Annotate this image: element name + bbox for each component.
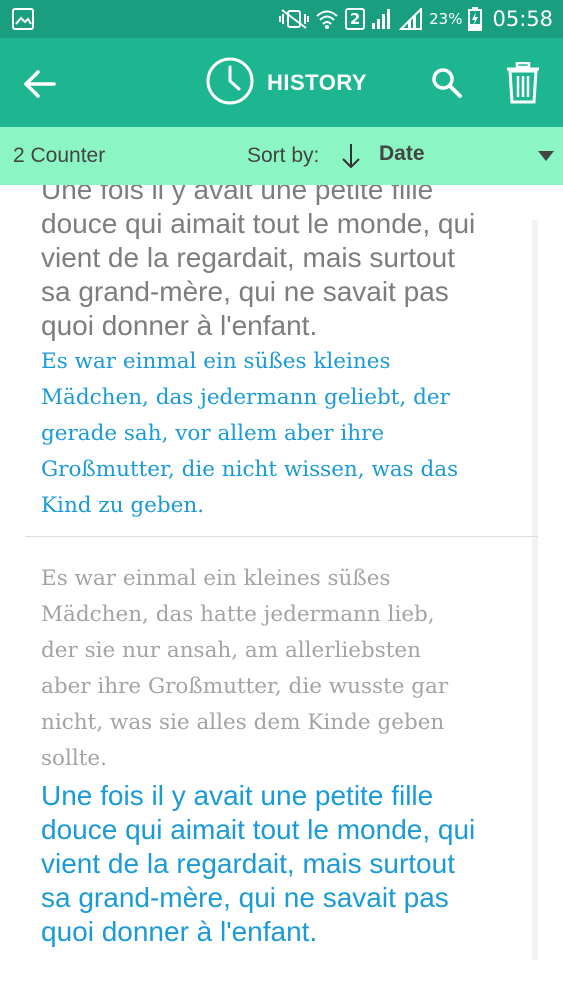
sim-2-icon: 2 xyxy=(345,8,366,30)
wifi-icon xyxy=(315,8,339,30)
sort-label: Sort by: xyxy=(247,144,320,167)
scrollbar[interactable] xyxy=(532,220,538,960)
page-title: HISTORY xyxy=(267,70,368,95)
app-bar: HISTORY xyxy=(0,38,563,127)
list-item[interactable]: Une fois il y avait une petite fille dou… xyxy=(41,185,521,524)
source-text: Es war einmal ein kleines süßes Mädchen,… xyxy=(41,566,449,771)
source-text: Une fois il y avait une petite fille dou… xyxy=(41,185,476,341)
status-bar: 2 23% 05:58 xyxy=(0,0,563,38)
translation-text: Une fois il y avait une petite fille dou… xyxy=(41,780,476,947)
title-group: HISTORY xyxy=(205,56,368,111)
battery-charging-icon xyxy=(468,7,483,31)
search-icon[interactable] xyxy=(430,66,464,100)
signal-icon xyxy=(399,8,423,30)
gallery-notification-icon xyxy=(12,8,34,30)
sort-bar: 2 Counter Sort by: Date xyxy=(0,127,563,185)
sort-down-arrow-icon[interactable] xyxy=(340,141,362,171)
clock-time: 05:58 xyxy=(492,7,553,31)
history-list[interactable]: Une fois il y avait une petite fille dou… xyxy=(0,185,563,1000)
divider xyxy=(25,536,538,537)
sort-select[interactable]: Date xyxy=(379,142,425,166)
trash-icon[interactable] xyxy=(505,61,541,104)
entry-counter: 2 Counter xyxy=(13,144,106,167)
list-item[interactable]: Es war einmal ein kleines süßes Mädchen,… xyxy=(41,561,521,949)
back-arrow-icon[interactable] xyxy=(20,64,60,104)
mute-vibrate-icon xyxy=(279,8,310,30)
signal-icon xyxy=(371,8,393,30)
translation-text: Es war einmal ein süßes kleines Mädchen,… xyxy=(41,349,459,518)
dropdown-caret-icon[interactable] xyxy=(537,149,555,161)
battery-percent: 23% xyxy=(429,10,463,28)
clock-icon xyxy=(205,56,255,111)
